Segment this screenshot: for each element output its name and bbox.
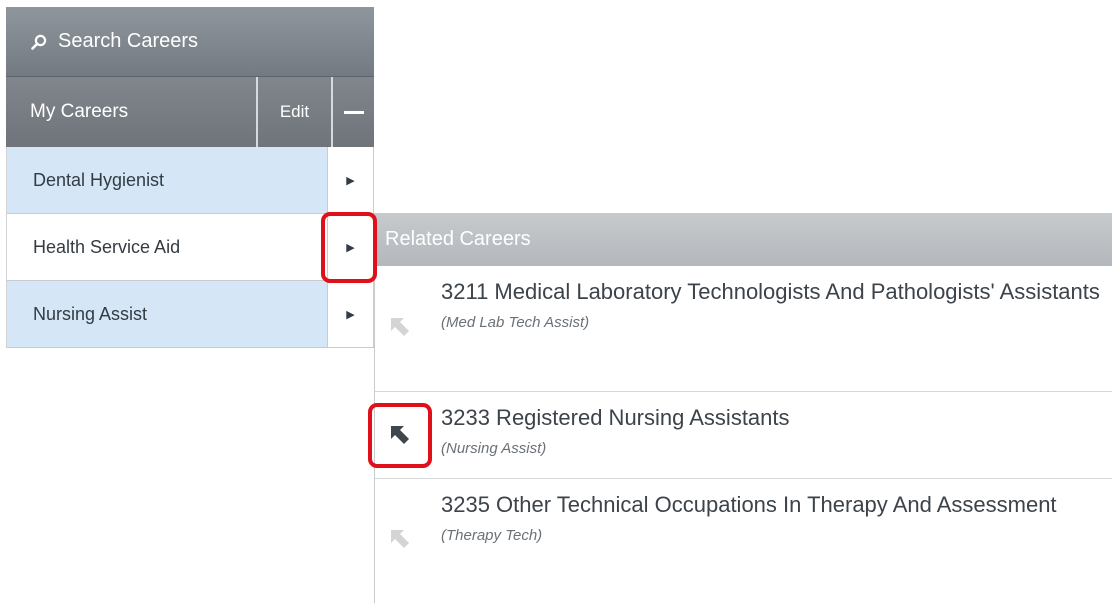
related-career-title: 3233 Registered Nursing Assistants — [441, 405, 790, 430]
highlight-box — [368, 403, 432, 468]
arrow-up-left-icon[interactable] — [389, 528, 411, 550]
related-career-item[interactable]: 3233 Registered Nursing Assistants (Nurs… — [375, 392, 1112, 479]
collapse-button[interactable] — [331, 77, 374, 147]
edit-button[interactable]: Edit — [256, 77, 331, 147]
expand-arrow-button[interactable]: ▶ — [327, 281, 374, 347]
career-item-dental-hygienist[interactable]: Dental Hygienist ▶ — [6, 147, 374, 214]
related-career-alt-name: (Med Lab Tech Assist) — [441, 314, 590, 331]
related-career-alt-name: (Nursing Assist) — [441, 440, 547, 457]
career-item-health-service-aid[interactable]: Health Service Aid ▶ — [6, 214, 374, 281]
arrow-up-left-icon[interactable] — [389, 316, 411, 338]
related-careers-panel: Related Careers 3211 Medical Laboratory … — [374, 213, 1112, 603]
career-item-label: Health Service Aid — [7, 214, 327, 280]
related-careers-header: Related Careers — [375, 213, 1112, 266]
career-item-nursing-assist[interactable]: Nursing Assist ▶ — [6, 281, 374, 348]
career-item-label: Nursing Assist — [7, 281, 327, 347]
expand-arrow-button[interactable]: ▶ — [327, 147, 374, 213]
my-careers-header: My Careers Edit — [6, 77, 374, 147]
highlight-box — [321, 212, 377, 283]
caret-right-icon: ▶ — [346, 308, 355, 321]
career-item-label: Dental Hygienist — [7, 147, 327, 213]
related-career-item[interactable]: 3235 Other Technical Occupations In Ther… — [375, 479, 1112, 603]
search-careers-label: Search Careers — [58, 30, 199, 52]
related-career-title: 3211 Medical Laboratory Technologists An… — [441, 279, 1100, 304]
search-careers-button[interactable]: Search Careers — [6, 7, 374, 77]
related-career-title: 3235 Other Technical Occupations In Ther… — [441, 492, 1057, 517]
caret-right-icon: ▶ — [346, 174, 355, 187]
my-careers-title: My Careers — [30, 101, 129, 122]
search-icon — [30, 33, 48, 51]
minus-icon — [343, 110, 364, 114]
my-careers-sidebar: Search Careers My Careers Edit Dental Hy… — [6, 7, 374, 348]
related-career-item[interactable]: 3211 Medical Laboratory Technologists An… — [375, 266, 1112, 392]
related-career-alt-name: (Therapy Tech) — [441, 527, 543, 544]
